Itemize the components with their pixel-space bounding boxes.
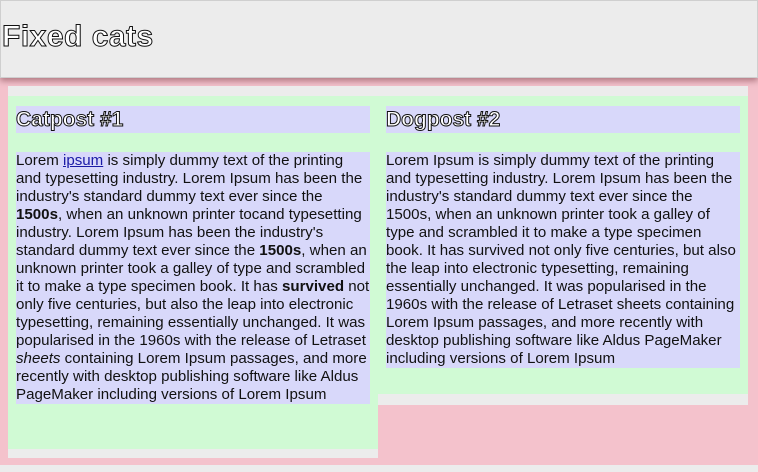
post-title: Catpost #1 [16, 106, 370, 133]
post-card-1: Catpost #1 Lorem ipsum is simply dummy t… [8, 96, 378, 449]
italic-text: sheets [16, 350, 61, 367]
fixed-header: Fixed cats [0, 0, 758, 78]
bold-text: 1500s [259, 242, 302, 259]
posts-container: Catpost #1 Lorem ipsum is simply dummy t… [8, 86, 748, 458]
body-text: containing Lorem Ipsum passages, and mor… [16, 350, 367, 403]
footer-strip [0, 465, 758, 472]
bold-text: survived [281, 278, 345, 295]
post-body: Lorem Ipsum is simply dummy text of the … [386, 152, 740, 368]
post-card-2: Dogpost #2 Lorem Ipsum is simply dummy t… [378, 96, 748, 394]
post-body: Lorem ipsum is simply dummy text of the … [16, 152, 370, 404]
ipsum-link[interactable]: ipsum [63, 152, 103, 169]
body-text: Lorem [16, 152, 63, 169]
post-title: Dogpost #2 [386, 106, 740, 133]
site-title: Fixed cats [2, 20, 154, 54]
bold-text: 1500s [16, 206, 58, 223]
